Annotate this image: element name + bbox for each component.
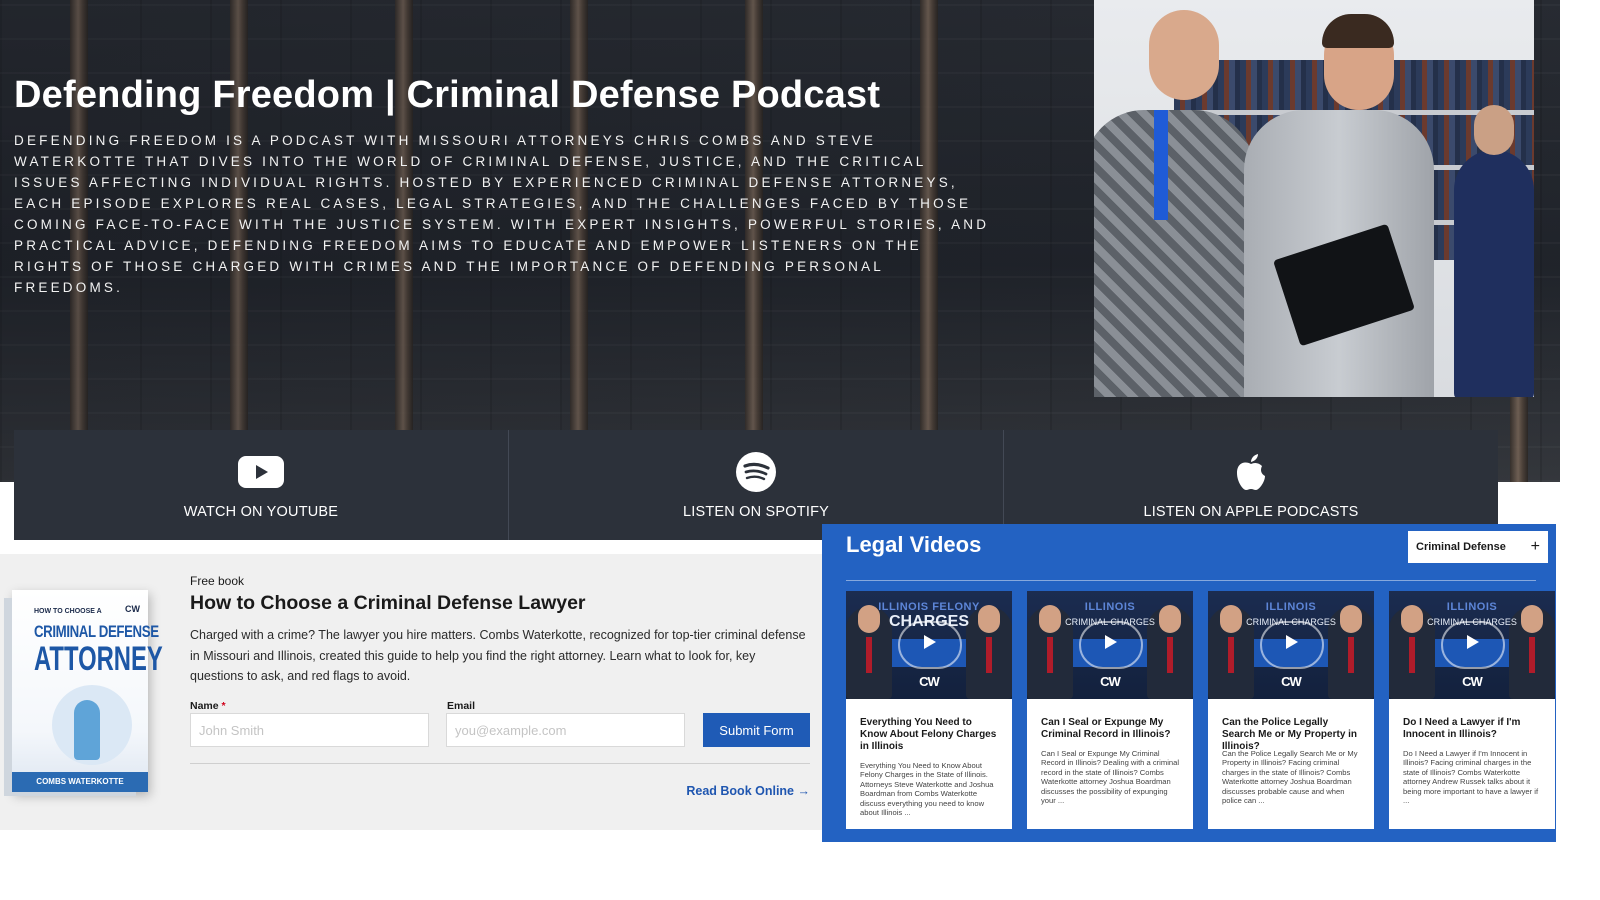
legal-videos-section: Legal Videos Criminal Defense + ILLINOIS… [822,524,1556,842]
play-icon[interactable] [1286,635,1298,649]
video-card[interactable]: ILLINOIS CRIMINAL CHARGES CW Do I Need a… [1389,591,1555,829]
free-book-kicker: Free book [190,574,245,588]
spotify-icon [736,452,776,492]
name-field[interactable] [190,713,429,747]
apple-podcasts-link-label: LISTEN ON APPLE PODCASTS [1143,504,1359,520]
video-title[interactable]: Can the Police Legally Search Me or My P… [1222,717,1362,753]
email-field[interactable] [446,713,685,747]
cw-logo: CW [1100,674,1121,689]
podcast-description: DEFENDING FREEDOM IS A PODCAST WITH MISS… [14,133,990,295]
play-icon[interactable] [1467,635,1479,649]
category-selected-value: Criminal Defense [1416,541,1506,553]
video-title[interactable]: Can I Seal or Expunge My Criminal Record… [1041,717,1181,741]
book-cover: HOW TO CHOOSE A CW CRIMINAL DEFENSE ATTO… [12,590,163,792]
name-field-label: Name * [190,700,226,712]
cw-logo: CW [1281,674,1302,689]
video-thumbnail[interactable]: ILLINOIS FELONY CHARGES CW [846,591,1012,699]
video-thumbnail[interactable]: ILLINOIS CRIMINAL CHARGES CW [1208,591,1374,699]
video-excerpt: Everything You Need to Know About Felony… [860,761,994,818]
video-excerpt: Can the Police Legally Search Me or My P… [1222,749,1358,806]
videos-divider [846,580,1536,581]
plus-icon: + [1530,538,1540,555]
legal-videos-title: Legal Videos [846,532,982,557]
book-title: How to Choose a Criminal Defense Lawyer [190,592,586,614]
book-description: Charged with a crime? The lawyer you hir… [190,628,806,683]
read-book-online-link[interactable]: Read Book Online → [686,784,810,798]
video-card[interactable]: ILLINOIS FELONY CHARGES CW Everything Yo… [846,591,1012,829]
attorneys-photo [1094,0,1534,397]
video-card[interactable]: ILLINOIS CRIMINAL CHARGES CW Can I Seal … [1027,591,1193,829]
submit-form-button[interactable]: Submit Form [703,713,810,747]
free-book-section: HOW TO CHOOSE A CW CRIMINAL DEFENSE ATTO… [0,554,822,830]
form-divider [190,763,810,764]
play-icon[interactable] [924,635,936,649]
apple-icon [1234,454,1268,490]
video-title[interactable]: Do I Need a Lawyer if I'm Innocent in Il… [1403,717,1543,741]
youtube-icon [238,454,284,490]
video-cards: ILLINOIS FELONY CHARGES CW Everything Yo… [846,591,1555,829]
video-excerpt: Do I Need a Lawyer if I'm Innocent in Il… [1403,749,1539,806]
podcast-hero: Defending Freedom | Criminal Defense Pod… [0,0,1560,482]
play-icon[interactable] [1105,635,1117,649]
video-title[interactable]: Everything You Need to Know About Felony… [860,717,1000,753]
page-title: Defending Freedom | Criminal Defense Pod… [14,74,881,116]
spotify-link-label: LISTEN ON SPOTIFY [682,504,829,520]
youtube-link-label: WATCH ON YOUTUBE [183,504,339,520]
video-card[interactable]: ILLINOIS CRIMINAL CHARGES CW Can the Pol… [1208,591,1374,829]
video-thumbnail[interactable]: ILLINOIS CRIMINAL CHARGES CW [1389,591,1555,699]
cw-logo: CW [919,674,940,689]
email-field-label: Email [447,700,476,712]
cw-logo: CW [1462,674,1483,689]
video-excerpt: Can I Seal or Expunge My Criminal Record… [1041,749,1180,806]
watch-on-youtube-link[interactable]: WATCH ON YOUTUBE [14,430,509,540]
category-dropdown[interactable]: Criminal Defense + [1408,531,1548,563]
video-thumbnail[interactable]: ILLINOIS CRIMINAL CHARGES CW [1027,591,1193,699]
